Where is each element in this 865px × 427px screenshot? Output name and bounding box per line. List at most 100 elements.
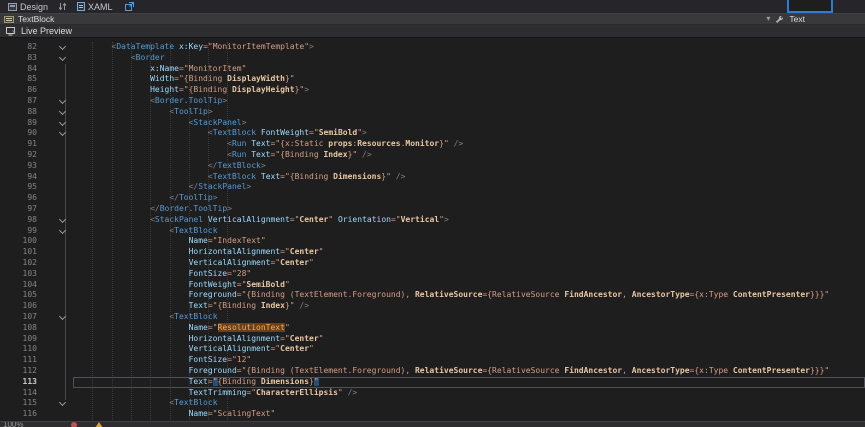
code-editor[interactable]: 82 <DataTemplate x:Key="MonitorItemTempl… bbox=[0, 38, 865, 422]
textblock-element-icon bbox=[4, 16, 14, 23]
fold-margin bbox=[40, 409, 73, 420]
property-label[interactable]: Text bbox=[789, 14, 805, 24]
warning-icon[interactable] bbox=[95, 422, 103, 427]
code-text: Foreground="{Binding (TextElement.Foregr… bbox=[73, 290, 865, 301]
code-line[interactable]: 93 </TextBlock> bbox=[0, 161, 865, 172]
code-line[interactable]: 88 <ToolTip> bbox=[0, 107, 865, 118]
code-line[interactable]: 85 Width="{Binding DisplayWidth}" bbox=[0, 74, 865, 85]
code-line[interactable]: 98 <StackPanel VerticalAlignment="Center… bbox=[0, 215, 865, 226]
code-line[interactable]: 111 FontSize="12" bbox=[0, 355, 865, 366]
code-text: VerticalAlignment="Center" bbox=[73, 258, 865, 269]
code-line[interactable]: 99 <TextBlock bbox=[0, 226, 865, 237]
code-line[interactable]: 100 Name="IndexText" bbox=[0, 236, 865, 247]
code-line[interactable]: 92 <Run Text="{Binding Index}" /> bbox=[0, 150, 865, 161]
swap-panes-icon[interactable] bbox=[58, 2, 67, 11]
code-text: Name="IndexText" bbox=[73, 236, 865, 247]
code-line[interactable]: 84 x:Name="MonitorItem" bbox=[0, 64, 865, 75]
fold-chevron-icon[interactable] bbox=[59, 399, 66, 406]
line-number: 109 bbox=[0, 334, 40, 345]
fold-chevron-icon[interactable] bbox=[59, 227, 66, 234]
code-line[interactable]: 105 Foreground="{Binding (TextElement.Fo… bbox=[0, 290, 865, 301]
popout-window-icon[interactable] bbox=[125, 2, 134, 11]
fold-chevron-icon[interactable] bbox=[59, 108, 66, 115]
line-number: 92 bbox=[0, 150, 40, 161]
code-line[interactable]: 102 VerticalAlignment="Center" bbox=[0, 258, 865, 269]
zoom-level[interactable]: 100% bbox=[3, 421, 23, 427]
tab-xaml-label: XAML bbox=[88, 2, 113, 12]
code-text: HorizontalAlignment="Center" bbox=[73, 247, 865, 258]
code-line[interactable]: 110 VerticalAlignment="Center" bbox=[0, 344, 865, 355]
tab-design[interactable]: Design bbox=[0, 0, 56, 13]
fold-margin bbox=[40, 172, 73, 183]
code-text: </StackPanel> bbox=[73, 182, 865, 193]
code-line[interactable]: 101 HorizontalAlignment="Center" bbox=[0, 247, 865, 258]
code-line[interactable]: 106 Text="{Binding Index}" /> bbox=[0, 301, 865, 312]
fold-chevron-icon[interactable] bbox=[59, 216, 66, 223]
code-text: Foreground="{Binding (TextElement.Foregr… bbox=[73, 366, 865, 377]
line-number: 95 bbox=[0, 182, 40, 193]
code-line[interactable]: 112 Foreground="{Binding (TextElement.Fo… bbox=[0, 366, 865, 377]
line-number: 93 bbox=[0, 161, 40, 172]
tab-xaml[interactable]: XAML bbox=[69, 0, 121, 13]
code-text: <TextBlock Text="{Binding Dimensions}" /… bbox=[73, 172, 865, 183]
code-line[interactable]: 113 Text="{Binding Dimensions}" bbox=[0, 377, 865, 388]
code-line[interactable]: 108 Name="ResolutionText" bbox=[0, 323, 865, 334]
code-text: HorizontalAlignment="Center" bbox=[73, 334, 865, 345]
code-line[interactable]: 114 TextTrimming="CharacterEllipsis" /> bbox=[0, 388, 865, 399]
code-line[interactable]: 94 <TextBlock Text="{Binding Dimensions}… bbox=[0, 172, 865, 183]
design-view-icon bbox=[8, 3, 17, 11]
code-line[interactable]: 89 <StackPanel> bbox=[0, 118, 865, 129]
line-number: 88 bbox=[0, 107, 40, 118]
code-line[interactable]: 116 Name="ScalingText" bbox=[0, 409, 865, 420]
floating-window-outline bbox=[787, 0, 833, 13]
error-icon[interactable] bbox=[71, 422, 77, 427]
code-line[interactable]: 87 <Border.ToolTip> bbox=[0, 96, 865, 107]
fold-chevron-icon[interactable] bbox=[59, 97, 66, 104]
fold-margin bbox=[40, 312, 73, 323]
fold-chevron-icon[interactable] bbox=[59, 43, 66, 50]
line-number: 89 bbox=[0, 118, 40, 129]
fold-margin bbox=[40, 42, 73, 53]
code-line[interactable]: 109 HorizontalAlignment="Center" bbox=[0, 334, 865, 345]
line-number: 90 bbox=[0, 128, 40, 139]
line-number: 84 bbox=[0, 64, 40, 75]
breadcrumb-dropdown-icon[interactable]: ▾ bbox=[766, 15, 770, 23]
code-line[interactable]: 115 <TextBlock bbox=[0, 398, 865, 409]
live-preview-icon bbox=[6, 27, 17, 36]
code-line[interactable]: 91 <Run Text="{x:Static props:Resources.… bbox=[0, 139, 865, 150]
code-line[interactable]: 103 FontSize="28" bbox=[0, 269, 865, 280]
code-line[interactable]: 95 </StackPanel> bbox=[0, 182, 865, 193]
fold-chevron-icon[interactable] bbox=[59, 119, 66, 126]
line-number: 112 bbox=[0, 366, 40, 377]
fold-margin bbox=[40, 118, 73, 129]
code-text: Name="ScalingText" bbox=[73, 409, 865, 420]
fold-margin bbox=[40, 334, 73, 345]
code-line[interactable]: 96 </ToolTip> bbox=[0, 193, 865, 204]
fold-margin bbox=[40, 280, 73, 291]
code-text: </TextBlock> bbox=[73, 161, 865, 172]
code-text: x:Name="MonitorItem" bbox=[73, 64, 865, 75]
fold-chevron-icon[interactable] bbox=[59, 129, 66, 136]
line-number: 113 bbox=[0, 377, 40, 388]
breadcrumb-element[interactable]: TextBlock bbox=[18, 14, 54, 24]
code-line[interactable]: 82 <DataTemplate x:Key="MonitorItemTempl… bbox=[0, 42, 865, 53]
fold-chevron-icon[interactable] bbox=[59, 54, 66, 61]
line-number: 83 bbox=[0, 53, 40, 64]
line-number: 94 bbox=[0, 172, 40, 183]
line-number: 101 bbox=[0, 247, 40, 258]
fold-margin bbox=[40, 215, 73, 226]
line-number: 91 bbox=[0, 139, 40, 150]
code-line[interactable]: 86 Height="{Binding DisplayHeight}"> bbox=[0, 85, 865, 96]
editor-status-strip: 100% bbox=[0, 421, 865, 427]
code-line[interactable]: 90 <TextBlock FontWeight="SemiBold"> bbox=[0, 128, 865, 139]
code-text: <ToolTip> bbox=[73, 107, 865, 118]
line-number: 105 bbox=[0, 290, 40, 301]
fold-chevron-icon[interactable] bbox=[59, 313, 66, 320]
fold-margin bbox=[40, 53, 73, 64]
code-line[interactable]: 83 <Border bbox=[0, 53, 865, 64]
code-line[interactable]: 97 </Border.ToolTip> bbox=[0, 204, 865, 215]
code-line[interactable]: 104 FontWeight="SemiBold" bbox=[0, 280, 865, 291]
line-number: 107 bbox=[0, 312, 40, 323]
line-number: 110 bbox=[0, 344, 40, 355]
code-line[interactable]: 107 <TextBlock bbox=[0, 312, 865, 323]
